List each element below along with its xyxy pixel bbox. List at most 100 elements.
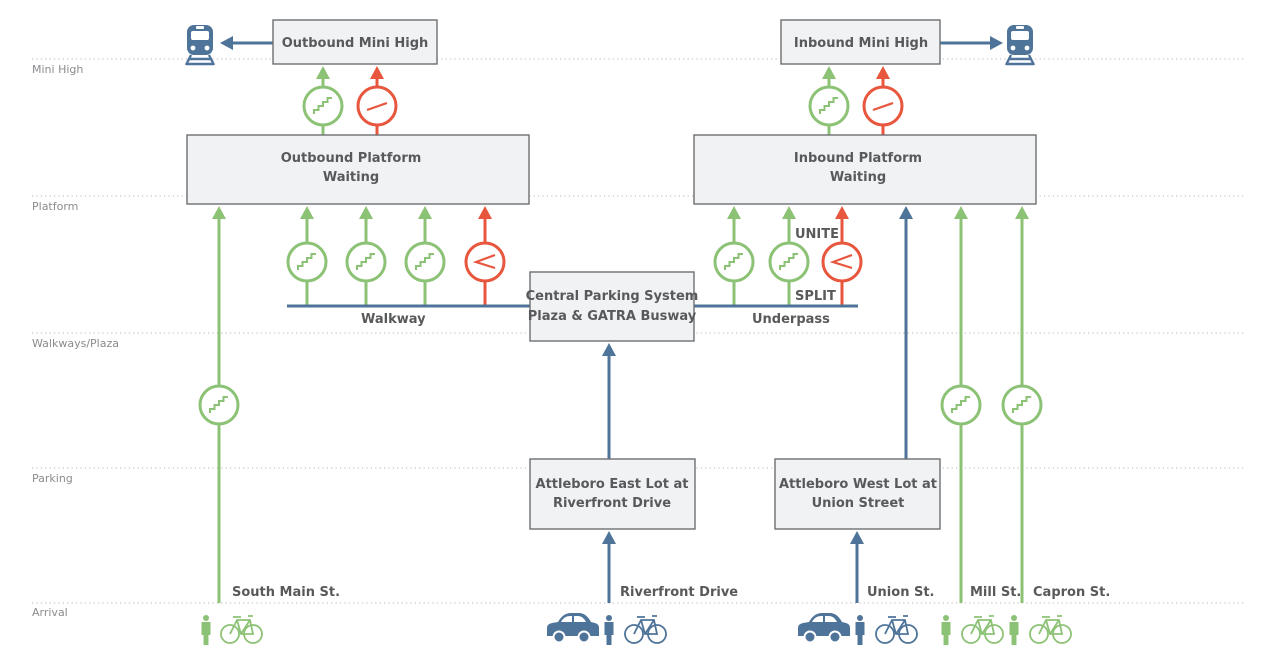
arrival-label-south-main: South Main St.	[232, 585, 340, 600]
bicycle-icon-riverfront	[624, 615, 667, 644]
train-light	[196, 26, 204, 29]
person-head	[606, 615, 612, 621]
arrowhead-icon	[782, 206, 796, 219]
train-window	[1011, 31, 1029, 40]
arrival-label-mill: Mill St.	[970, 585, 1021, 600]
arrowhead-icon	[370, 66, 384, 79]
box-title-line1: Attleboro West Lot at	[779, 477, 937, 492]
split-label: SPLIT	[795, 289, 836, 304]
connector-walkway-stairs-2	[345, 241, 387, 283]
arrowhead-icon	[822, 66, 836, 79]
link-outbound-to-train	[220, 36, 273, 50]
bicycle-icon-union	[875, 615, 918, 644]
connector-walkway-stairs-1	[286, 241, 328, 283]
arrowhead-icon	[220, 36, 233, 50]
train-rails	[184, 54, 216, 66]
level-label-parking: Parking	[32, 472, 73, 485]
train-headlight	[1010, 45, 1016, 51]
person-icon-union	[855, 615, 865, 645]
box-title: Outbound Mini High	[282, 36, 429, 51]
unite-label: UNITE	[795, 227, 839, 242]
link-east-lot-to-plaza	[602, 343, 616, 459]
connector-mill-stairs	[940, 384, 982, 426]
box-title-line1: Outbound Platform	[281, 151, 422, 166]
train-icon-outbound	[184, 25, 216, 66]
person-icon-capron	[1009, 615, 1019, 645]
connector-south-main-stairs	[198, 384, 240, 426]
car-wheel	[803, 630, 817, 644]
arrowhead-icon	[212, 206, 226, 219]
arrowhead-icon	[300, 206, 314, 219]
box-title: Inbound Mini High	[794, 36, 928, 51]
box-title-line2: Union Street	[812, 496, 905, 511]
box-title-line2: Riverfront Drive	[553, 496, 671, 511]
arrowhead-icon	[418, 206, 432, 219]
train-headlight	[204, 45, 210, 51]
arrival-label-capron: Capron St.	[1033, 585, 1110, 600]
person-body	[604, 622, 614, 645]
box-title-line1: Inbound Platform	[794, 151, 922, 166]
arrowhead-icon	[1015, 206, 1029, 219]
box-inbound-platform: Inbound Platform Waiting	[693, 134, 1037, 205]
box-title-line2: Plaza & GATRA Busway	[528, 309, 697, 324]
train-window	[191, 31, 209, 40]
link-inbound-to-train	[940, 36, 1003, 50]
station-access-diagram: Mini High Platform Walkways/Plaza Parkin…	[32, 19, 1245, 645]
person-head	[857, 615, 863, 621]
car-wheel	[552, 630, 566, 644]
car-icon-riverfront	[547, 613, 599, 644]
arrival-label-union: Union St.	[867, 585, 935, 600]
arrowhead-icon	[602, 531, 616, 544]
connector-out-mini-ramp	[356, 85, 398, 127]
arrival-label-riverfront: Riverfront Drive	[620, 585, 738, 600]
person-body	[201, 622, 211, 645]
arrowhead-icon	[850, 531, 864, 544]
box-east-lot: Attleboro East Lot at Riverfront Drive	[529, 458, 696, 530]
connector-in-mini-stairs	[808, 85, 850, 127]
person-head	[203, 615, 209, 621]
connector-in-mini-ramp	[862, 85, 904, 127]
box-title-line2: Waiting	[323, 170, 379, 185]
arrowhead-icon	[954, 206, 968, 219]
arrowhead-icon	[316, 66, 330, 79]
arrowhead-icon	[602, 343, 616, 356]
person-body	[1009, 622, 1019, 645]
connector-walkway-switchback-ramp	[464, 241, 506, 283]
train-headlight	[1024, 45, 1030, 51]
arrowhead-icon	[359, 206, 373, 219]
car-icon-union	[798, 613, 850, 644]
arrowhead-icon	[835, 206, 849, 219]
box-title-line1: Attleboro East Lot at	[536, 477, 689, 492]
connector-ring	[464, 241, 506, 283]
person-icon-mill	[941, 615, 951, 645]
box-outbound-mini-high: Outbound Mini High	[272, 19, 438, 65]
train-headlight	[190, 45, 196, 51]
level-labels: Mini High Platform Walkways/Plaza Parkin…	[32, 63, 119, 619]
person-head	[1011, 615, 1017, 621]
level-label-walkways-plaza: Walkways/Plaza	[32, 337, 119, 350]
walkway-label: Walkway	[361, 312, 426, 327]
box-west-lot: Attleboro West Lot at Union Street	[774, 458, 941, 530]
connector-underpass-stairs-1	[713, 241, 755, 283]
car-wheel	[828, 630, 842, 644]
person-body	[941, 622, 951, 645]
bicycle-icon-south-main	[220, 615, 263, 644]
arrowhead-icon	[478, 206, 492, 219]
connector-walkway-stairs-3	[404, 241, 446, 283]
arrowhead-icon	[876, 66, 890, 79]
level-label-platform: Platform	[32, 200, 78, 213]
train-icon-inbound	[1004, 25, 1036, 66]
connector-capron-stairs	[1001, 384, 1043, 426]
person-icon-south-main	[201, 615, 211, 645]
arrowhead-icon	[990, 36, 1003, 50]
box-inbound-mini-high: Inbound Mini High	[780, 19, 941, 65]
bicycle-icon-mill	[961, 615, 1004, 644]
train-rails	[1004, 54, 1036, 66]
link-riverfront-to-east-lot	[602, 531, 616, 603]
level-label-mini-high: Mini High	[32, 63, 83, 76]
level-label-arrival: Arrival	[32, 606, 68, 619]
connector-out-mini-stairs	[302, 85, 344, 127]
bicycle-icon-capron	[1029, 615, 1072, 644]
box-title-line1: Central Parking System	[526, 289, 699, 304]
box-outbound-platform: Outbound Platform Waiting	[186, 134, 530, 205]
